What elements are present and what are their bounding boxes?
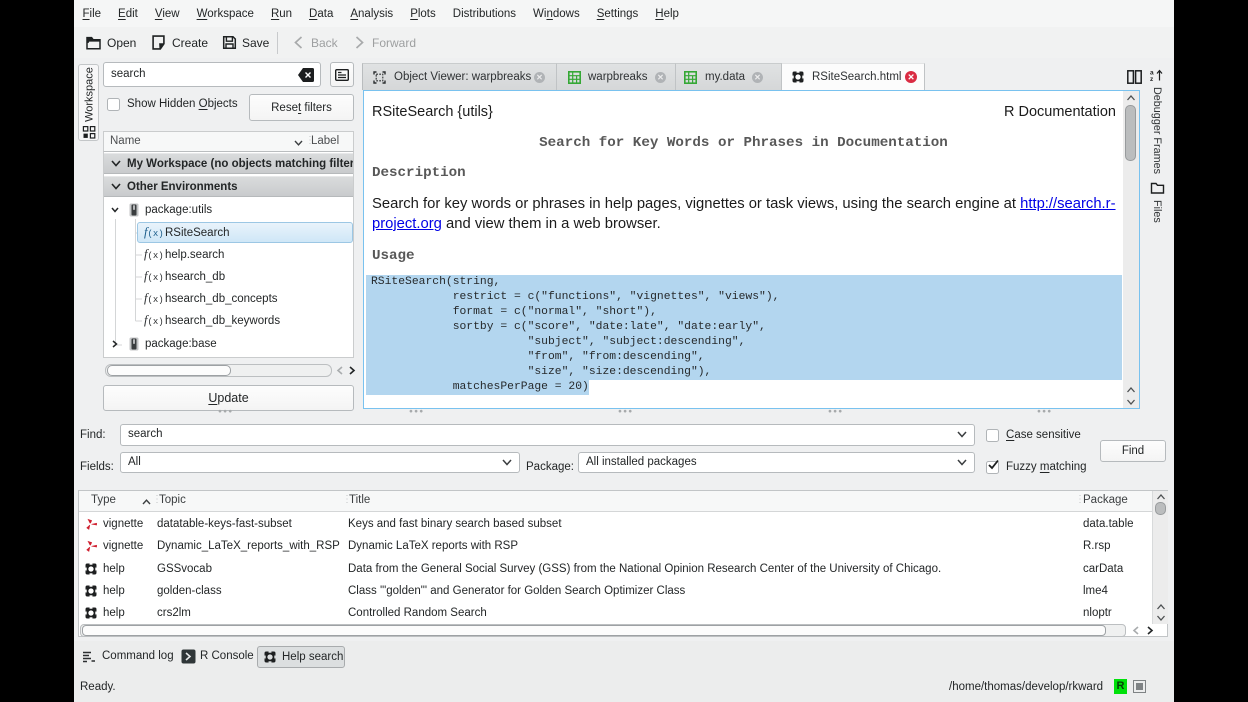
svg-text:z: z — [1150, 76, 1154, 82]
